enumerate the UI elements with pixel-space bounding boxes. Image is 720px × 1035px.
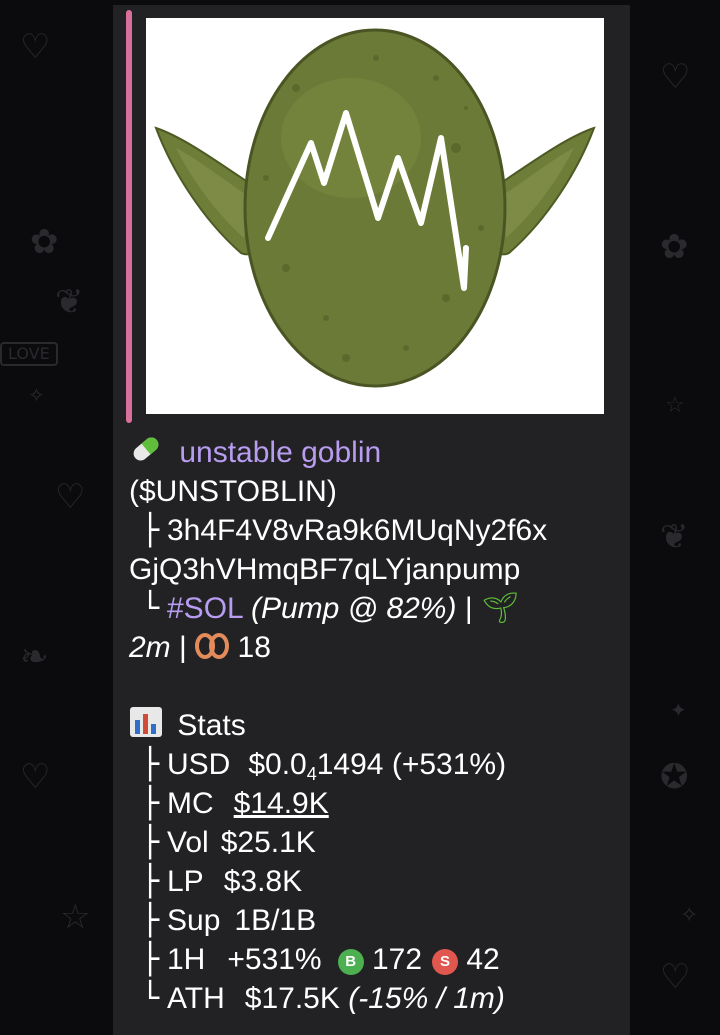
tree-branch-icon: ├ bbox=[141, 864, 160, 899]
background-doodle-heart-5: ♡ bbox=[660, 957, 691, 997]
age-line: 2m | 18 bbox=[129, 628, 629, 667]
background-doodle-heart-4: ♡ bbox=[660, 57, 691, 97]
stats-header: Stats bbox=[129, 706, 629, 745]
tree-branch-icon: ├ bbox=[141, 786, 160, 821]
chain-hashtag-link[interactable]: #SOL bbox=[167, 592, 243, 625]
sell-count: 42 bbox=[466, 943, 500, 976]
tree-branch-icon: ├ bbox=[141, 825, 160, 860]
background-doodle-leaf-2: ❦ bbox=[660, 517, 689, 557]
background-doodle-sparkle: ✧ bbox=[28, 383, 45, 407]
sup-label: Sup bbox=[167, 904, 221, 937]
lp-label: LP bbox=[167, 865, 204, 898]
goblin-head-icon bbox=[154, 28, 596, 388]
stat-lp: ├ LP $3.8K bbox=[129, 862, 629, 901]
market-cap-link[interactable]: $14.9K bbox=[234, 787, 329, 820]
background-doodle-flower-2: ✿ bbox=[660, 227, 689, 267]
token-image[interactable] bbox=[146, 18, 604, 414]
chain-line: └ #SOL (Pump @ 82%) | 🌱︎ bbox=[129, 589, 629, 628]
background-doodle-heart-2: ♡ bbox=[55, 477, 86, 517]
background-doodle-sparkle-3: ✧ bbox=[680, 903, 699, 928]
message-text: unstable goblin ($UNSTOBLIN) ├ 3h4F4V8vRa… bbox=[129, 433, 629, 1018]
buy-count: 172 bbox=[371, 943, 423, 976]
token-name-line: unstable goblin bbox=[129, 433, 629, 472]
pill-icon bbox=[129, 434, 163, 474]
ath-label: ATH bbox=[167, 982, 225, 1015]
tree-branch-icon: ├ bbox=[141, 942, 160, 977]
h1-label: 1H bbox=[167, 943, 206, 976]
tree-branch-icon: ├ bbox=[141, 513, 160, 548]
background-doodle-cherry: ❦ bbox=[55, 282, 84, 322]
usd-label: USD bbox=[167, 748, 231, 781]
background-doodle-star-2: ☆ bbox=[665, 393, 685, 418]
separator: | bbox=[464, 592, 473, 625]
address-line: ├ 3h4F4V8vRa9k6MUqNy2f6x bbox=[129, 511, 629, 550]
ath-detail: (-15% / 1m) bbox=[348, 982, 505, 1015]
token-ticker: ($UNSTOBLIN) bbox=[129, 475, 337, 508]
stat-usd: ├ USD $0.041494 (+531%) bbox=[129, 745, 629, 784]
ath-value: $17.5K bbox=[244, 982, 340, 1015]
stat-ath: └ ATH $17.5K (-15% / 1m) bbox=[129, 979, 629, 1018]
stat-sup: ├ Sup 1B/1B bbox=[129, 901, 629, 940]
stat-vol: ├ Vol $25.1K bbox=[129, 823, 629, 862]
tree-branch-icon: ├ bbox=[141, 747, 160, 782]
buy-badge-icon: B bbox=[337, 949, 364, 975]
volume-value: $25.1K bbox=[220, 826, 316, 859]
contract-address-part1[interactable]: 3h4F4V8vRa9k6MUqNy2f6x bbox=[167, 514, 547, 547]
usd-change: (+531%) bbox=[391, 748, 507, 781]
h1-change: +531% bbox=[227, 943, 322, 976]
bar-chart-icon bbox=[129, 706, 163, 748]
background-doodle-heart: ♡ bbox=[20, 27, 51, 67]
sell-badge-icon: S bbox=[432, 949, 459, 975]
background-doodle-heart-3: ♡ bbox=[20, 757, 51, 797]
background-doodle-love-sign: LOVE bbox=[0, 342, 58, 366]
separator: | bbox=[179, 631, 187, 664]
usd-price-digits: 1494 bbox=[316, 748, 384, 781]
pump-progress: (Pump @ 82%) bbox=[250, 592, 457, 625]
usd-price-prefix: $0.0 bbox=[248, 748, 307, 781]
liquidity-value: $3.8K bbox=[223, 865, 303, 898]
stat-1h: ├ 1H +531% B 172 S 42 bbox=[129, 940, 629, 979]
message-card: unstable goblin ($UNSTOBLIN) ├ 3h4F4V8vRa… bbox=[113, 5, 630, 1035]
eyes-icon bbox=[195, 630, 230, 669]
media-accent-bar bbox=[126, 10, 132, 423]
tree-branch-icon: ├ bbox=[141, 903, 160, 938]
background-doodle-leaf: ❧ bbox=[20, 637, 49, 677]
stats-title: Stats bbox=[177, 709, 246, 742]
stat-mc: ├ MC $14.9K bbox=[129, 784, 629, 823]
background-doodle-star: ☆ bbox=[60, 897, 91, 937]
token-age: 2m bbox=[129, 631, 171, 664]
token-name-link[interactable]: unstable goblin bbox=[179, 436, 381, 469]
background-doodle-sparkle-2: ✦ bbox=[670, 698, 687, 722]
seedling-icon: 🌱︎ bbox=[480, 592, 520, 625]
tree-end-icon: └ bbox=[141, 591, 160, 626]
mc-label: MC bbox=[167, 787, 214, 820]
holder-count: 18 bbox=[237, 631, 271, 664]
background-doodle-flower: ✿ bbox=[30, 222, 59, 262]
tree-end-icon: └ bbox=[141, 981, 160, 1016]
supply-value: 1B/1B bbox=[234, 904, 317, 937]
background-doodle-medal: ✪ bbox=[660, 757, 689, 797]
contract-address-part2[interactable]: GjQ3hVHmqBF7qLYjanpump bbox=[129, 550, 629, 589]
usd-price-zero-count: 4 bbox=[306, 764, 317, 784]
vol-label: Vol bbox=[167, 826, 209, 859]
